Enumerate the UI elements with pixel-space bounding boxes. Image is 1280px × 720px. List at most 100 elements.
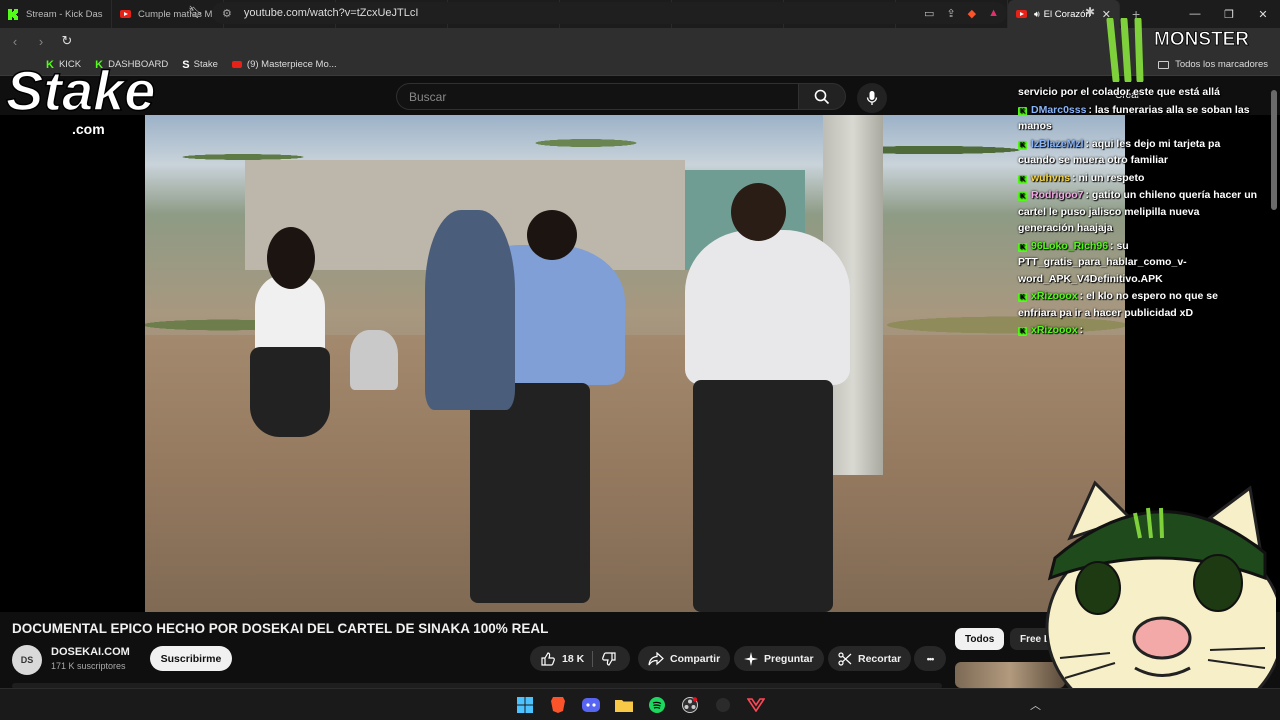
- channel-avatar[interactable]: DS: [12, 645, 42, 675]
- browser-tab[interactable]: Cumple matías Mi: [112, 0, 224, 28]
- chip-todos[interactable]: Todos: [955, 628, 1005, 650]
- search-input[interactable]: Buscar: [396, 83, 798, 110]
- browser-toolbar: ‹ › ↻: [0, 28, 1280, 54]
- chat-username[interactable]: xRizooox: [1031, 324, 1078, 336]
- search-icon: [814, 89, 830, 104]
- cat-mascot-overlay: [1045, 480, 1276, 700]
- kick-badge-icon: K: [1018, 140, 1027, 150]
- brave-shield-icon[interactable]: ◆: [968, 7, 976, 20]
- chat-message: K Rodrigoo7: gatito un chileno quería hac…: [1018, 187, 1258, 237]
- cast-icon[interactable]: ▭: [924, 7, 934, 20]
- more-icon: •••: [926, 653, 935, 664]
- chat-message: servicio por el colador este que está al…: [1018, 84, 1258, 101]
- like-dislike-group: 18 K: [530, 646, 630, 671]
- chat-text: : ni un respeto: [1072, 171, 1145, 184]
- forward-icon[interactable]: ›: [30, 34, 52, 49]
- url-text: youtube.com/watch?v=tZcxUeJTLcI: [243, 7, 419, 19]
- kick-badge-icon: K: [1018, 106, 1027, 116]
- kick-badge-icon: K: [1018, 242, 1027, 252]
- svg-text:MONSTER: MONSTER: [1154, 29, 1249, 50]
- windows-start-icon[interactable]: [515, 695, 535, 715]
- video-person-far-group: [425, 210, 515, 410]
- kick-icon: [8, 8, 19, 20]
- share-label: Compartir: [670, 652, 721, 665]
- monster-energy-logo: MONSTER: [1106, 18, 1250, 82]
- video-person-head: [731, 183, 786, 241]
- chat-username[interactable]: wuhvns: [1031, 172, 1070, 184]
- video-person-blue-pants: [470, 383, 590, 603]
- stake-icon: S: [182, 58, 190, 71]
- video-person-head: [267, 227, 315, 289]
- back-icon[interactable]: ‹: [4, 34, 26, 49]
- youtube-icon: [231, 61, 242, 68]
- screen: Stream - Kick DashCumple matías MiDocume…: [0, 0, 1280, 720]
- subscriber-count: 171 K suscriptores: [51, 661, 126, 671]
- scissors-icon: [838, 651, 852, 666]
- chevron-up-icon[interactable]: ︿: [1030, 697, 1041, 713]
- chat-username[interactable]: xRizooox: [1031, 290, 1078, 302]
- ask-label: Preguntar: [764, 652, 814, 665]
- site-info-icon[interactable]: ⚙︎: [222, 7, 232, 20]
- chat-message: KxRizooox: el klo no espero no que se en…: [1018, 288, 1258, 321]
- sparkle-icon: [744, 651, 758, 666]
- stake-logo: Stake .com: [5, 58, 156, 137]
- bookmark-page-icon[interactable]: 🔖︎: [188, 5, 203, 19]
- video-person-head: [527, 210, 577, 260]
- video-person-black-pants: [693, 380, 833, 612]
- reload-icon[interactable]: ↻: [56, 33, 78, 49]
- browser-tab[interactable]: Stream - Kick Dash: [0, 0, 112, 28]
- brave-rewards-icon[interactable]: ▲: [988, 7, 999, 20]
- svg-text:.com: .com: [72, 121, 105, 137]
- bookmark-label: Stake: [193, 59, 218, 70]
- chat-text: :: [1079, 324, 1084, 336]
- tab-label: Stream - Kick Dash: [26, 8, 103, 20]
- app-icon[interactable]: [713, 695, 733, 715]
- chat-username[interactable]: DMarc0sss: [1031, 104, 1086, 116]
- search-button[interactable]: [798, 83, 846, 110]
- like-icon[interactable]: [540, 651, 556, 667]
- chat-username[interactable]: IzBlazeMzl: [1031, 138, 1084, 150]
- like-separator: [592, 650, 594, 667]
- microphone-icon: [866, 91, 878, 105]
- svg-text:Stake: Stake: [6, 59, 155, 122]
- address-bar[interactable]: ⚙︎ youtube.com/watch?v=tZcxUeJTLcI ▭ ⇪ ◆…: [212, 2, 1007, 24]
- scrollbar-thumb[interactable]: [1271, 90, 1277, 210]
- more-actions-button[interactable]: •••: [914, 646, 946, 671]
- chat-username[interactable]: 96Loko_Rich96: [1031, 240, 1108, 252]
- extension-icons: ✱: [1085, 5, 1095, 19]
- subscribe-button[interactable]: Suscribirme: [150, 646, 232, 671]
- obs-icon[interactable]: [680, 695, 700, 715]
- like-count[interactable]: 18 K: [562, 653, 584, 665]
- kick-badge-icon: K: [1018, 293, 1027, 302]
- ask-button[interactable]: Preguntar: [734, 646, 824, 671]
- share-page-icon[interactable]: ⇪: [946, 7, 955, 20]
- bookmark-stake[interactable]: S Stake: [182, 59, 218, 71]
- voice-search-button[interactable]: [857, 83, 887, 113]
- bookmark-label: (9) Masterpiece Mo...: [246, 59, 337, 70]
- valorant-icon[interactable]: [746, 695, 766, 715]
- youtube-icon: [1016, 10, 1027, 18]
- clip-button[interactable]: Recortar: [828, 646, 912, 671]
- tab-label: El Corazón: [1043, 8, 1091, 20]
- bookmarks-bar: K KICK K DASHBOARD S Stake (9) Masterpie…: [0, 54, 1280, 76]
- clip-label: Recortar: [858, 652, 902, 665]
- chat-text: servicio por el colador este que está al…: [1018, 86, 1220, 98]
- bookmark-masterpiece[interactable]: (9) Masterpiece Mo...: [231, 59, 337, 70]
- dislike-icon[interactable]: [601, 651, 617, 667]
- video-person-child: [350, 330, 398, 390]
- share-icon: [648, 651, 664, 665]
- file-explorer-icon[interactable]: [614, 695, 634, 715]
- windows-taskbar: ︿: [0, 688, 1280, 720]
- discord-icon[interactable]: [581, 695, 601, 715]
- channel-name[interactable]: DOSEKAI.COM: [51, 646, 130, 658]
- chat-username[interactable]: Rodrigoo7: [1031, 189, 1084, 201]
- chat-message: K 96Loko_Rich96: su PTT_gratis_para_habla…: [1018, 238, 1258, 288]
- share-button[interactable]: Compartir: [638, 646, 731, 671]
- kick-badge-icon: K: [1018, 174, 1027, 184]
- brave-browser-icon[interactable]: [548, 695, 568, 715]
- video-frame[interactable]: [145, 115, 1125, 612]
- spotify-icon[interactable]: [647, 695, 667, 715]
- extensions-icon[interactable]: ✱: [1085, 5, 1095, 19]
- speaker-icon[interactable]: 🔊︎: [1034, 9, 1040, 20]
- stream-chat-overlay: servicio por el colador este que está al…: [1018, 84, 1258, 340]
